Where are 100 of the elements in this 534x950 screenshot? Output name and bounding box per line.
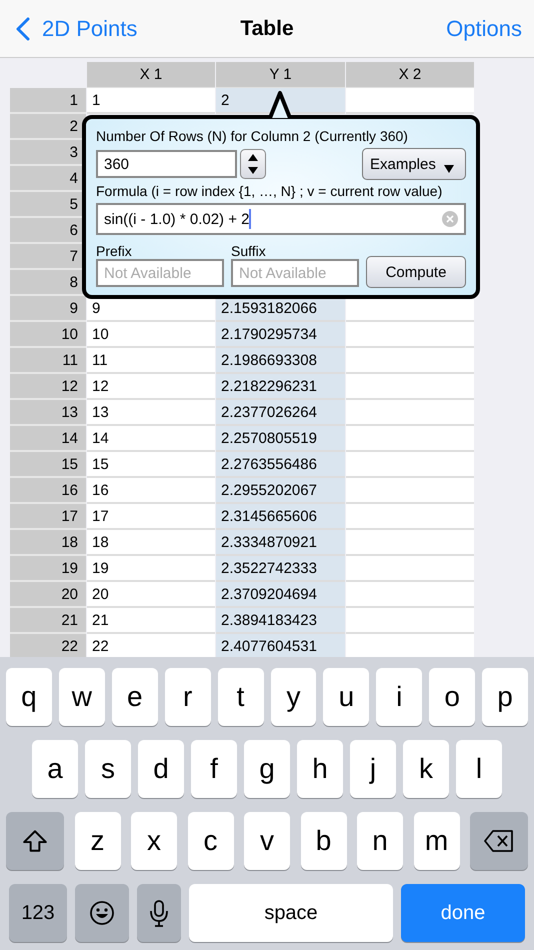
key[interactable]: x [131,812,177,870]
table-cell: 2.3334870921 [216,530,345,556]
row-number: 18 [10,530,86,556]
row-number: 11 [10,348,86,374]
key[interactable]: c [188,812,234,870]
shift-key[interactable] [6,812,64,870]
screen-title: Table [240,16,294,40]
key[interactable]: a [32,740,78,798]
key[interactable]: j [350,740,396,798]
table-cell: 19 [87,556,215,582]
space-bar[interactable]: space [189,884,393,942]
rows-label: Number Of Rows (N) for Column 2 (Currently 360) [96,128,409,144]
table-cell: 17 [87,504,215,530]
prefix-label: Prefix [96,243,133,259]
key[interactable]: d [138,740,184,798]
table-cell: 2.3709204694 [216,582,345,608]
table-cell: 18 [87,530,215,556]
table-cell: 13 [87,400,215,426]
table-cell: 2.4077604531 [216,634,345,657]
back-chevron-icon[interactable] [16,16,30,40]
compute-button[interactable]: Compute [366,256,466,288]
table-cell: 22 [87,634,215,657]
table-cell: 2.3145665606 [216,504,345,530]
key[interactable]: h [297,740,343,798]
smiley-icon[interactable] [89,900,115,926]
key[interactable]: p [482,668,528,726]
key[interactable]: q [6,668,52,726]
table-cell: 2 [216,88,345,114]
key[interactable]: n [357,812,403,870]
table-cell: 2.2955202067 [216,478,345,504]
column-header[interactable]: X 2 [346,62,474,88]
table-cell: 20 [87,582,215,608]
column-header[interactable]: X 1 [87,62,215,88]
backspace-icon[interactable] [484,830,514,852]
row-number: 9 [10,296,86,322]
key[interactable]: o [429,668,476,726]
table-cell: 11 [87,348,215,374]
key[interactable]: r [164,668,211,726]
key[interactable]: y [270,668,316,726]
key[interactable]: f [191,740,237,798]
row-number: 15 [10,452,86,478]
key[interactable]: v [244,812,290,870]
key[interactable]: k [403,740,449,798]
row-number: 12 [10,374,86,400]
key[interactable]: e [112,668,158,726]
options-link[interactable]: Options [446,16,522,42]
table-cell: 10 [87,322,215,348]
row-number: 2 [10,114,86,140]
suffix-field[interactable]: Not Available [231,259,359,287]
dictation-key[interactable] [137,884,181,942]
table-cell: 2.2763556486 [216,452,345,478]
suffix-label: Suffix [231,243,267,259]
row-number: 1 [10,88,86,114]
row-number: 17 [10,504,86,530]
row-number: 20 [10,582,86,608]
key[interactable]: g [244,740,290,798]
numbers-key[interactable]: 123 [9,884,67,942]
examples-button[interactable]: Examples [362,148,466,180]
table-cell: 2.3522742333 [216,556,345,582]
table-cell: 14 [87,426,215,452]
row-number: 10 [10,322,86,348]
back-link[interactable]: 2D Points [16,16,138,42]
key[interactable]: z [74,812,120,870]
row-number: 13 [10,400,86,426]
table-cell: 1 [87,88,215,114]
key[interactable]: i [376,668,422,726]
column-header[interactable]: Y 1 [216,62,345,88]
row-number: 16 [10,478,86,504]
microphone-icon[interactable] [149,899,169,927]
row-number: 19 [10,556,86,582]
rows-field[interactable]: 360 [96,150,237,178]
key[interactable]: w [58,668,105,726]
table-cell: 2.1986693308 [216,348,345,374]
table-cell: 2.3894183423 [216,608,345,634]
key[interactable]: b [300,812,346,870]
table-cell: 16 [87,478,215,504]
dropdown-triangle-icon[interactable] [444,165,454,173]
table-cell: 2.1790295734 [216,322,345,348]
key[interactable]: t [218,668,264,726]
formula-label: Formula (i = row index {1, …, N} ; v = current row value) [96,183,444,199]
row-number: 8 [10,270,86,296]
shift-arrow-icon[interactable] [22,828,48,854]
table-cell: 12 [87,374,215,400]
done-key[interactable]: done [401,884,525,942]
delete-key[interactable] [470,812,528,870]
row-number: 14 [10,426,86,452]
key[interactable]: u [323,668,370,726]
table-cell: 21 [87,608,215,634]
stepper[interactable] [240,149,266,179]
table-cell: 15 [87,452,215,478]
emoji-key[interactable] [75,884,129,942]
table-cell: 2.2570805519 [216,426,345,452]
row-number: 22 [10,634,86,657]
key[interactable]: m [414,812,460,870]
table-cell: 2.2182296231 [216,374,345,400]
row-number: 21 [10,608,86,634]
formula-field[interactable]: sin((i - 1.0) * 0.02) + 2 [96,203,466,235]
prefix-field[interactable]: Not Available [96,259,224,287]
key[interactable]: l [456,740,502,798]
key[interactable]: s [85,740,131,798]
